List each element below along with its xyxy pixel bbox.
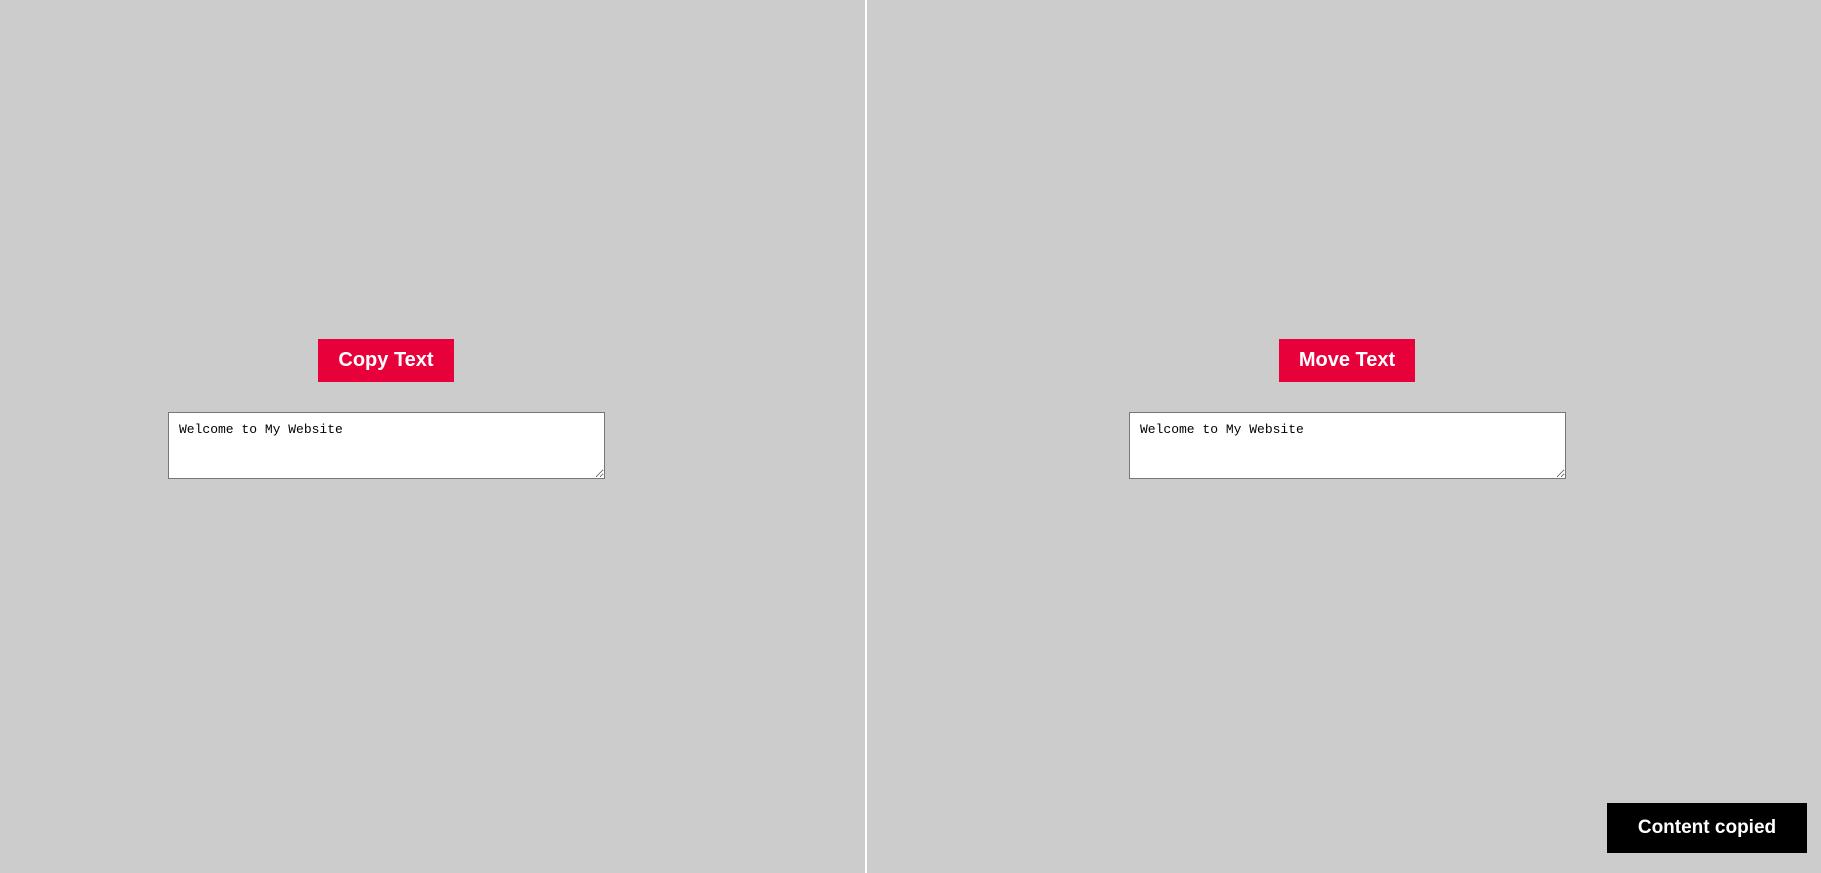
move-text-button[interactable]: Move Text bbox=[1279, 339, 1415, 382]
toast-notification: Content copied bbox=[1607, 803, 1807, 853]
toast-message: Content copied bbox=[1637, 817, 1777, 838]
app-stage: Copy Text Welcome to My Website Move Tex… bbox=[0, 0, 1821, 873]
left-panel: Copy Text Welcome to My Website bbox=[0, 0, 865, 873]
right-textarea[interactable]: Welcome to My Website bbox=[1129, 412, 1566, 479]
right-panel: Move Text Welcome to My Website bbox=[867, 0, 1821, 873]
left-textarea[interactable]: Welcome to My Website bbox=[168, 412, 605, 479]
copy-text-button[interactable]: Copy Text bbox=[318, 339, 454, 382]
